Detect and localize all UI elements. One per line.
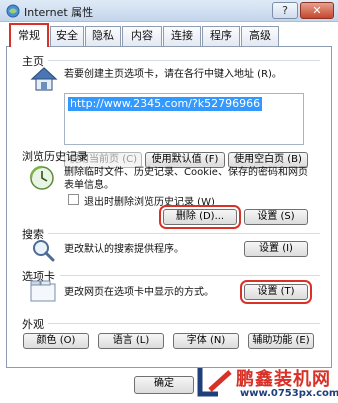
history-clock-icon: [29, 165, 54, 190]
homepage-description: 若要创建主页选项卡，请在各行中键入地址 (R)。: [64, 69, 282, 80]
ok-button[interactable]: 确定: [134, 376, 194, 394]
homepage-separator: [48, 60, 320, 61]
magnifier-icon: [33, 240, 55, 262]
history-description-line2: 表单信息。: [64, 180, 114, 191]
colors-button[interactable]: 颜色 (O): [23, 333, 89, 349]
history-description-line1: 删除临时文件、历史记录、Cookie、保存的密码和网页: [64, 167, 308, 178]
tabbed-window-icon: [30, 280, 56, 302]
home-icon: [30, 67, 58, 91]
delete-history-button[interactable]: 删除 (D)...: [159, 205, 241, 229]
tabs-description: 更改网页在选项卡中显示的方式。: [64, 287, 214, 298]
search-separator: [48, 233, 320, 234]
search-settings-button[interactable]: 设置 (I): [244, 241, 308, 257]
delete-on-exit-checkbox[interactable]: [68, 194, 79, 205]
history-section-label: 浏览历史记录: [22, 150, 88, 163]
fonts-button[interactable]: 字体 (N): [173, 333, 239, 349]
appearance-section-label: 外观: [22, 318, 44, 331]
history-settings-button[interactable]: 设置 (S): [244, 209, 308, 225]
site-watermark: 鹏鑫装机网 www.0753px.com: [196, 362, 338, 403]
accessibility-button[interactable]: 辅助功能 (E): [248, 333, 314, 349]
homepage-url-value: http://www.2345.com/?k52796966: [68, 97, 263, 111]
languages-button[interactable]: 语言 (L): [98, 333, 164, 349]
appearance-separator: [48, 323, 320, 324]
delete-on-exit-label: 退出时删除浏览历史记录 (W): [84, 197, 215, 208]
watermark-logo-icon: [197, 368, 232, 397]
tabs-separator: [60, 275, 320, 276]
watermark-url: www.0753px.com: [240, 388, 338, 399]
tabs-settings-button[interactable]: 设置 (T): [240, 280, 312, 304]
homepage-url-field[interactable]: http://www.2345.com/?k52796966: [64, 93, 304, 145]
search-description: 更改默认的搜索提供程序。: [64, 244, 184, 255]
